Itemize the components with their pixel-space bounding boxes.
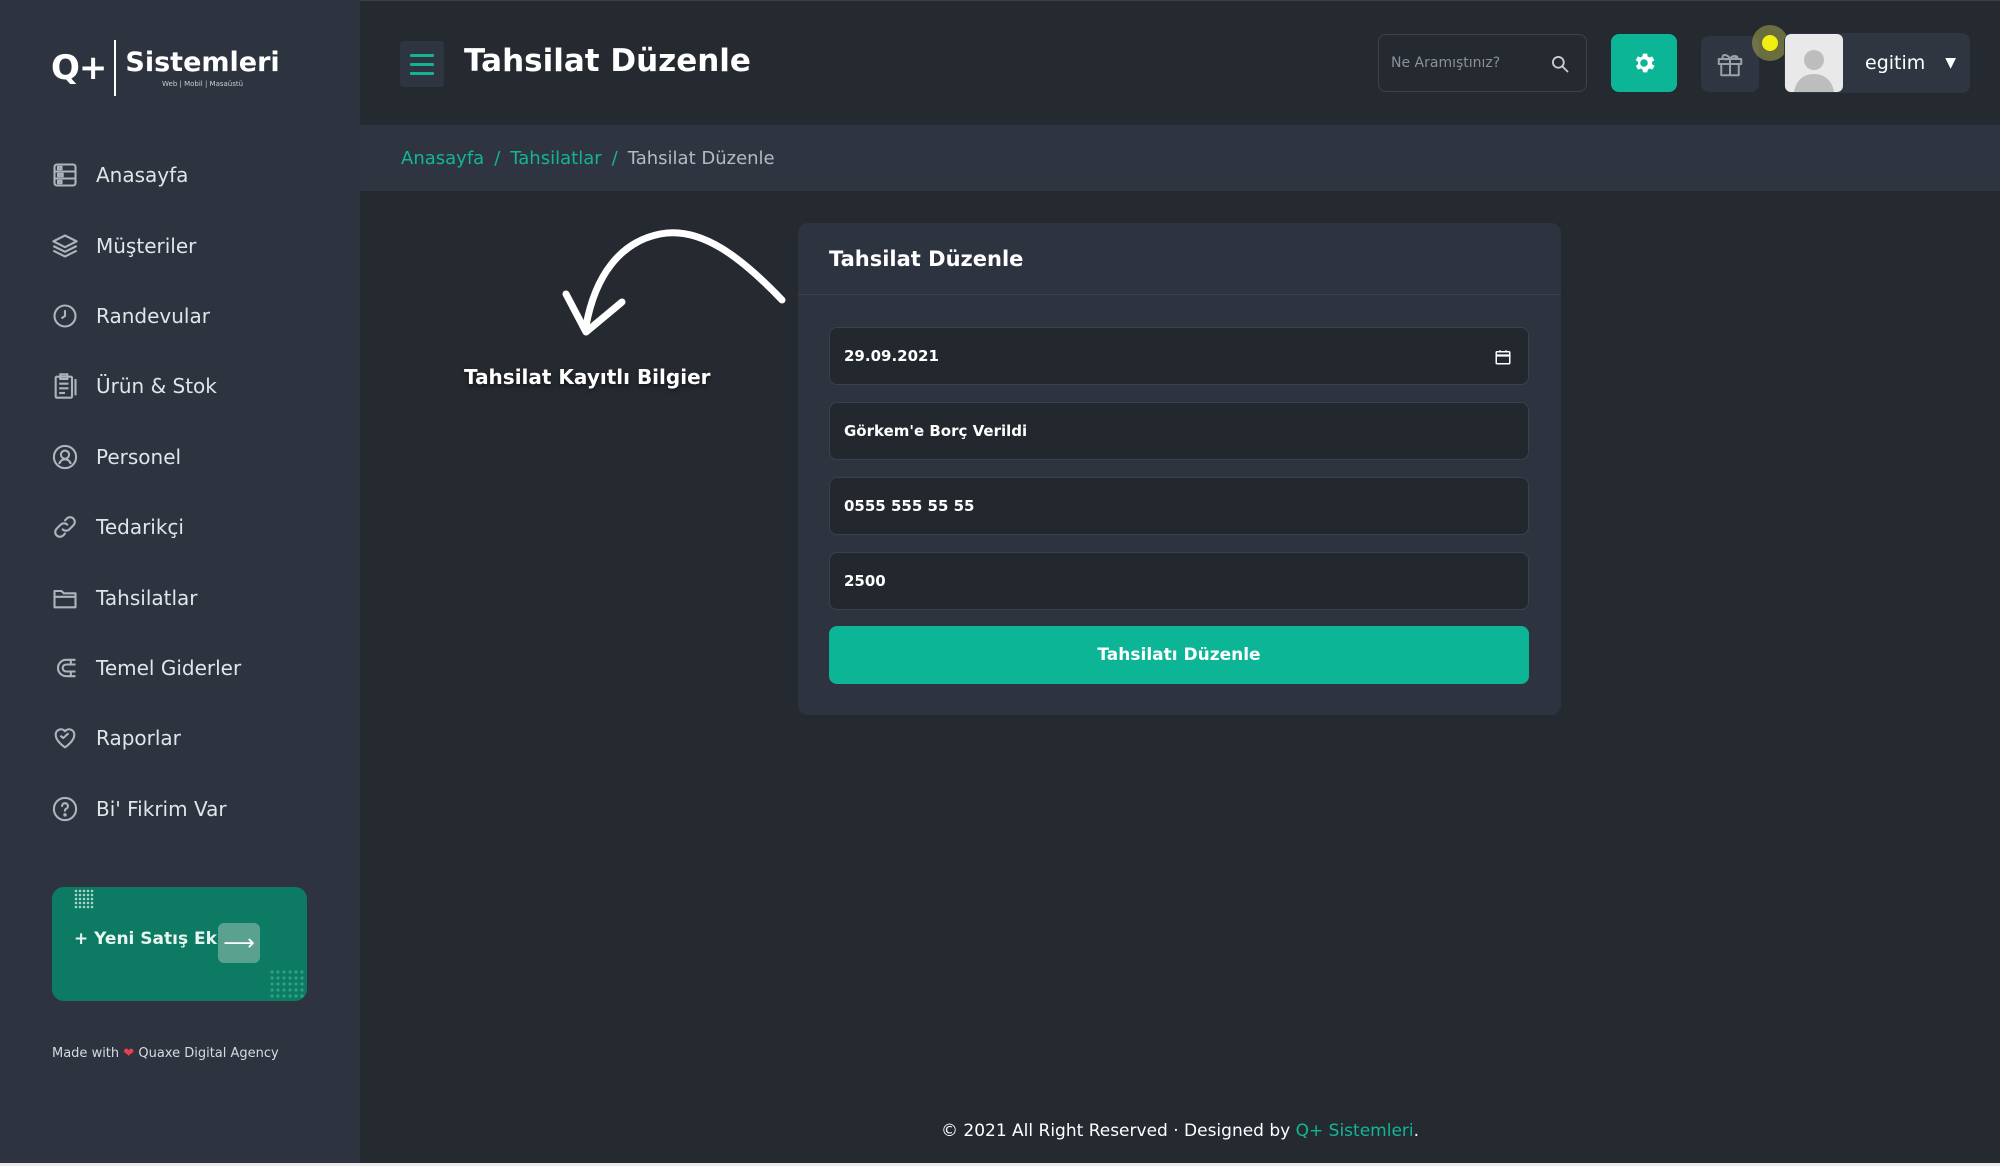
user-circle-icon	[51, 443, 79, 471]
curved-arrow-annotation	[562, 229, 786, 336]
sidebar-item-label: Tedarikçi	[96, 515, 184, 540]
clipboard-icon	[51, 372, 79, 400]
gift-button[interactable]	[1701, 36, 1759, 92]
card-title: Tahsilat Düzenle	[829, 246, 1024, 271]
edit-collection-card: Tahsilat Düzenle Tahsilatı Düzenle	[798, 223, 1561, 715]
description-input[interactable]	[844, 422, 1484, 440]
avatar	[1785, 34, 1843, 92]
sidebar-item-label: Ürün & Stok	[96, 374, 217, 399]
user-avatar-icon	[1794, 50, 1834, 92]
sidebar-item-fikrim-var[interactable]: Bi' Fikrim Var	[0, 774, 360, 844]
brand-mark: Q+	[51, 48, 107, 88]
layers-icon	[51, 232, 79, 260]
phone-input[interactable]	[844, 497, 1484, 515]
footer-brand-link[interactable]: Q+ Sistemleri	[1296, 1121, 1414, 1141]
amount-field[interactable]	[829, 552, 1529, 610]
sidebar-item-anasayfa[interactable]: Anasayfa	[0, 140, 360, 210]
hamburger-icon-bar	[410, 62, 434, 66]
dot-pattern-decoration	[269, 969, 305, 999]
calendar-icon[interactable]	[1494, 348, 1512, 366]
breadcrumb-separator: /	[494, 147, 501, 169]
gift-icon	[1717, 54, 1743, 77]
amount-input[interactable]	[844, 572, 1484, 590]
settings-button[interactable]	[1611, 34, 1677, 92]
brand-logo[interactable]: Q+ Sistemleri Web | Mobil | Masaüstü	[51, 38, 280, 98]
dot-pattern-decoration	[74, 889, 94, 909]
breadcrumb-link-anasayfa[interactable]: Anasayfa	[401, 148, 484, 169]
sidebar-item-tahsilatlar[interactable]: Tahsilatlar	[0, 562, 360, 632]
breadcrumb-link-tahsilatlar[interactable]: Tahsilatlar	[510, 148, 601, 169]
description-field[interactable]	[829, 402, 1529, 460]
footer-suffix: .	[1413, 1121, 1420, 1141]
heart-icon	[51, 724, 79, 752]
sidebar-item-randevular[interactable]: Randevular	[0, 281, 360, 351]
search-input[interactable]	[1391, 55, 1541, 71]
update-collection-button[interactable]: Tahsilatı Düzenle	[829, 626, 1529, 684]
brand-name: Sistemleri	[125, 46, 280, 78]
new-sale-label: + Yeni Satış Ekle	[74, 929, 235, 949]
breadcrumb-separator: /	[611, 147, 618, 169]
magnet-icon	[51, 654, 79, 682]
sidebar-item-label: Temel Giderler	[96, 655, 242, 680]
made-with-agency: Quaxe Digital Agency	[138, 1046, 279, 1061]
new-sale-card[interactable]: + Yeni Satış Ekle ⟶	[52, 887, 307, 1001]
sidebar-item-label: Raporlar	[96, 726, 181, 751]
sidebar-item-temel-giderler[interactable]: Temel Giderler	[0, 633, 360, 703]
sidebar-item-tedarikci[interactable]: Tedarikçi	[0, 492, 360, 562]
page-footer: © 2021 All Right Reserved · Designed by …	[360, 1121, 2000, 1141]
date-field[interactable]	[829, 327, 1529, 385]
date-input[interactable]	[844, 347, 1484, 365]
arrow-right-icon: ⟶	[223, 930, 255, 956]
brand-tagline: Web | Mobil | Masaüstü	[162, 79, 244, 88]
sidebar-item-label: Bi' Fikrim Var	[96, 796, 227, 821]
new-sale-button[interactable]: ⟶	[218, 923, 260, 963]
sidebar-item-urun-stok[interactable]: Ürün & Stok	[0, 351, 360, 421]
made-with-prefix: Made with	[52, 1046, 120, 1061]
brand-divider	[114, 40, 117, 96]
sidebar: Q+ Sistemleri Web | Mobil | Masaüstü Ana…	[0, 0, 360, 1166]
sidebar-item-label: Tahsilatlar	[96, 585, 198, 610]
user-name: egitim	[1865, 52, 1926, 74]
sidebar-item-label: Müşteriler	[96, 233, 197, 258]
search-icon[interactable]	[1550, 54, 1570, 74]
chevron-down-icon: ▼	[1945, 55, 1957, 71]
clock-icon	[51, 302, 79, 330]
brand-text: Sistemleri Web | Mobil | Masaüstü	[125, 49, 279, 88]
hamburger-icon-bar	[410, 71, 434, 75]
notification-indicator	[1752, 25, 1788, 61]
page-title: Tahsilat Düzenle	[464, 43, 751, 79]
breadcrumb: Anasayfa / Tahsilatlar / Tahsilat Düzenl…	[360, 125, 2000, 191]
folder-icon	[51, 584, 79, 612]
breadcrumb-current: Tahsilat Düzenle	[627, 147, 775, 169]
help-icon	[51, 795, 79, 823]
menu-toggle-button[interactable]	[400, 41, 444, 87]
phone-field[interactable]	[829, 477, 1529, 535]
hamburger-icon-bar	[410, 53, 434, 57]
top-header: Tahsilat Düzenle egitim ▼	[360, 0, 2000, 125]
sidebar-item-label: Anasayfa	[96, 163, 189, 188]
made-with-credit: Made with ❤ Quaxe Digital Agency	[52, 1046, 279, 1061]
footer-text: © 2021 All Right Reserved · Designed by	[940, 1121, 1291, 1141]
notification-dot	[1762, 35, 1778, 51]
link-icon	[51, 513, 79, 541]
sidebar-item-label: Personel	[96, 444, 182, 469]
sidebar-item-raporlar[interactable]: Raporlar	[0, 703, 360, 773]
dashboard-icon	[51, 161, 79, 189]
heart-icon: ❤	[123, 1046, 135, 1061]
card-header: Tahsilat Düzenle	[798, 223, 1561, 295]
search-box[interactable]	[1378, 34, 1587, 92]
annotation-label: Tahsilat Kayıtlı Bilgier	[464, 365, 711, 389]
gear-icon	[1635, 53, 1655, 73]
sidebar-item-personel[interactable]: Personel	[0, 422, 360, 492]
user-menu[interactable]: egitim ▼	[1784, 33, 1970, 93]
sidebar-item-musteriler[interactable]: Müşteriler	[0, 210, 360, 280]
sidebar-item-label: Randevular	[96, 303, 210, 328]
sidebar-nav: Anasayfa Müşteriler Randevular Ürün & St…	[0, 140, 360, 844]
